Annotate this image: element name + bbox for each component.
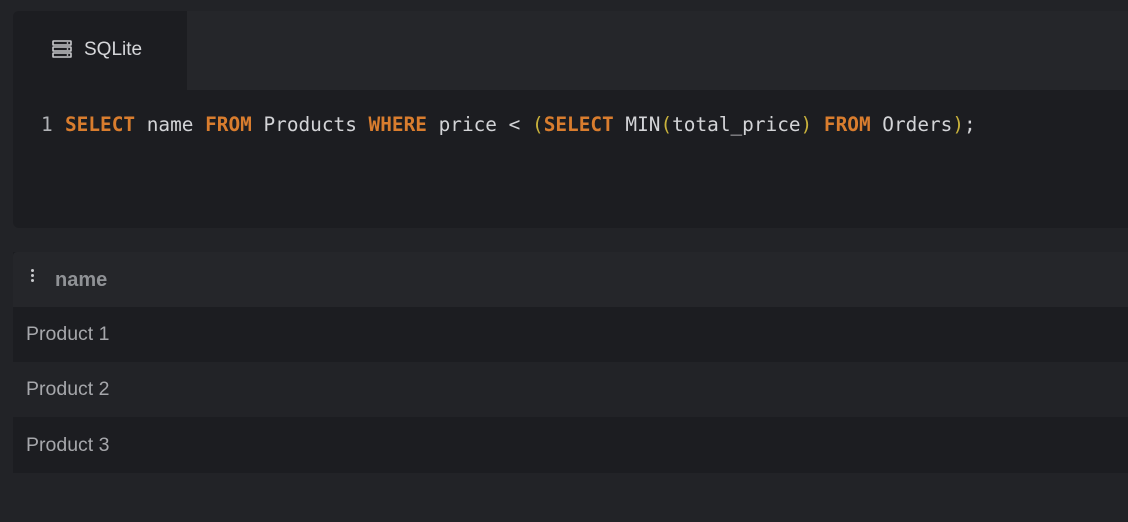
semicolon-token: ; <box>964 113 976 136</box>
tab-bar: SQLite <box>13 11 1128 90</box>
paren-token: ( <box>660 113 673 136</box>
table-header: name <box>13 252 1128 307</box>
function-token: MIN <box>613 113 661 136</box>
keyword-token: SELECT <box>543 113 614 136</box>
keyword-token: WHERE <box>368 113 427 136</box>
table-cell: Product 1 <box>26 323 110 345</box>
paren-token: ) <box>800 113 813 136</box>
tab-sqlite[interactable]: SQLite <box>13 11 187 90</box>
identifier-token: Orders <box>870 113 953 136</box>
table-row[interactable]: Product 3 <box>13 418 1128 473</box>
code-line[interactable]: 1 SELECT name FROM Products WHERE price … <box>13 111 1128 139</box>
results-table: name Product 1 Product 2 Product 3 <box>13 252 1128 473</box>
column-header-name[interactable]: name <box>55 269 107 291</box>
paren-token: ) <box>952 113 965 136</box>
table-cell: Product 2 <box>26 378 110 400</box>
paren-token: ( <box>532 113 544 136</box>
keyword-token: SELECT <box>65 113 136 136</box>
keyword-token: FROM <box>823 113 871 136</box>
table-cell: Product 3 <box>26 434 110 456</box>
sql-playground: SQLite 1 SELECT name FROM Products WHERE… <box>0 0 1128 522</box>
kebab-menu-icon[interactable] <box>28 268 38 284</box>
tab-label: SQLite <box>84 39 143 60</box>
identifier-token: name <box>135 113 206 136</box>
editor-panel: SQLite 1 SELECT name FROM Products WHERE… <box>13 11 1128 228</box>
line-number: 1 <box>41 113 53 136</box>
table-row[interactable]: Product 1 <box>13 307 1128 362</box>
table-row[interactable]: Product 2 <box>13 362 1128 417</box>
sql-query[interactable]: SELECT name FROM Products WHERE price < … <box>65 111 976 139</box>
database-icon <box>52 40 72 58</box>
identifier-token: price < <box>426 113 532 136</box>
identifier-token: Products <box>251 113 369 136</box>
keyword-token: FROM <box>205 113 252 136</box>
identifier-token: total_price <box>672 113 801 136</box>
